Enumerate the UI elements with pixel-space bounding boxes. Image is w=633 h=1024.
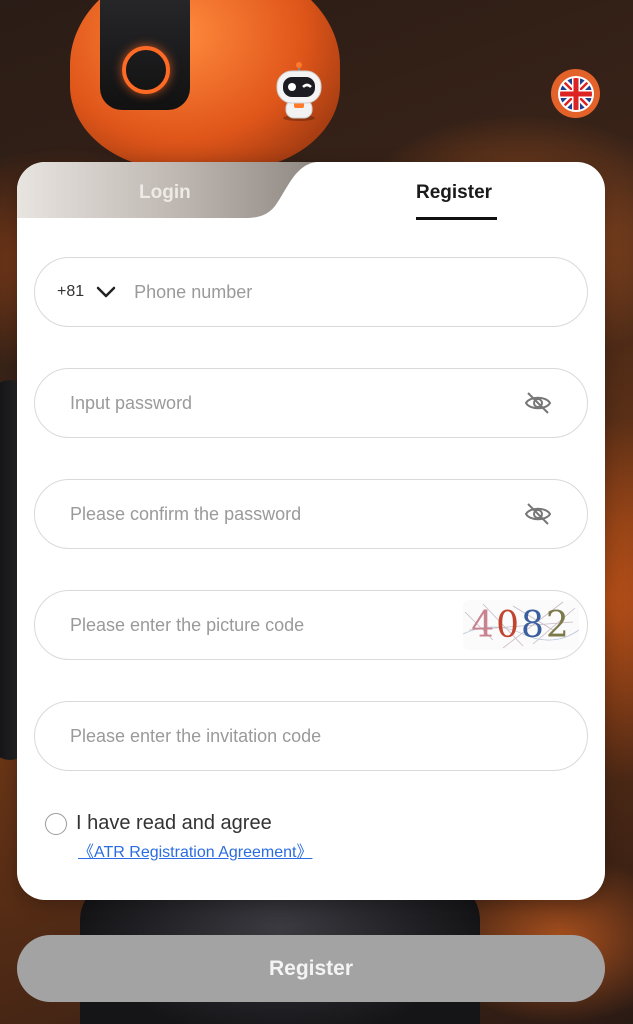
password-field[interactable]: Input password: [34, 368, 588, 438]
chevron-down-icon: [96, 286, 116, 298]
captcha-digits: 4082: [471, 605, 571, 646]
eye-off-icon[interactable]: [523, 388, 553, 418]
register-button[interactable]: Register: [17, 935, 605, 1002]
picture-code-field[interactable]: Please enter the picture code 4082: [34, 590, 588, 660]
uk-flag-icon: [557, 75, 594, 112]
agree-checkbox[interactable]: [45, 813, 67, 835]
picture-code-input[interactable]: Please enter the picture code: [70, 615, 463, 636]
phone-field[interactable]: +81 Phone number: [34, 257, 588, 327]
password-input[interactable]: Input password: [70, 393, 523, 414]
captcha-digit: 0: [496, 604, 521, 646]
captcha-digit: 2: [545, 604, 571, 646]
confirm-password-field[interactable]: Please confirm the password: [34, 479, 588, 549]
country-code: +81: [57, 283, 85, 300]
phone-input[interactable]: Phone number: [134, 282, 587, 303]
login-tab-background: [17, 162, 317, 218]
invitation-code-input[interactable]: Please enter the invitation code: [70, 726, 587, 747]
tab-login[interactable]: Login: [139, 182, 191, 204]
eye-off-icon[interactable]: [523, 499, 553, 529]
captcha-image[interactable]: 4082: [463, 600, 579, 650]
active-tab-indicator: [416, 217, 497, 220]
language-button[interactable]: [551, 69, 600, 118]
register-card: Login Register +81 Phone number Input pa…: [17, 162, 605, 900]
agreement-link[interactable]: 《ATR Registration Agreement》: [78, 838, 312, 862]
captcha-digit: 8: [521, 604, 546, 646]
agreement-text: I have read and agree: [76, 812, 272, 834]
tab-register[interactable]: Register: [416, 182, 492, 204]
invitation-code-field[interactable]: Please enter the invitation code: [34, 701, 588, 771]
confirm-password-input[interactable]: Please confirm the password: [70, 504, 523, 525]
country-code-selector[interactable]: +81: [57, 283, 116, 301]
captcha-digit: 4: [471, 604, 497, 646]
robot-mascot-icon: [272, 62, 326, 122]
